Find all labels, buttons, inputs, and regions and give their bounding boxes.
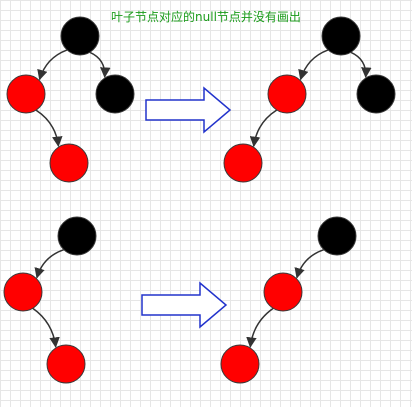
bottom-right-node-left-left-red (220, 344, 260, 384)
top-left-edge-root-right (89, 51, 111, 78)
top-right-edge-left-left-left (249, 109, 278, 148)
bottom-left-edge-root-left (34, 248, 65, 279)
bottom-left-edge-left-left-right (32, 307, 60, 348)
top-right-edge-root-left (298, 49, 329, 81)
top-left-edge-root-left (37, 49, 68, 81)
bottom-right-node-root-black (317, 216, 357, 256)
bottom-right-edge-left-left-left (246, 307, 274, 348)
bottom-left-node-left-right-red (46, 344, 86, 384)
bottom-left-to-bottom-right-right-arrow-icon (141, 281, 228, 329)
bottom-right-node-left-red (263, 272, 303, 312)
top-left-to-top-right-right-arrow-icon (145, 86, 232, 134)
bottom-right-edge-root-left (294, 248, 325, 279)
top-left-edge-left-left-right (35, 109, 63, 148)
top-left-node-right-black (95, 74, 135, 114)
top-right-node-root-black (321, 16, 361, 56)
bottom-left-node-left-red (3, 272, 43, 312)
top-left-node-left-red (6, 74, 46, 114)
top-right-node-left-red (267, 74, 307, 114)
top-right-edge-root-right (350, 51, 372, 78)
top-right-node-right-black (356, 74, 396, 114)
top-left-node-left-right-red (49, 143, 89, 183)
bottom-left-node-root-black (57, 216, 97, 256)
top-left-node-root-black (60, 16, 100, 56)
rb-tree-diagram (3, 16, 396, 384)
top-right-node-left-left-red (223, 143, 263, 183)
